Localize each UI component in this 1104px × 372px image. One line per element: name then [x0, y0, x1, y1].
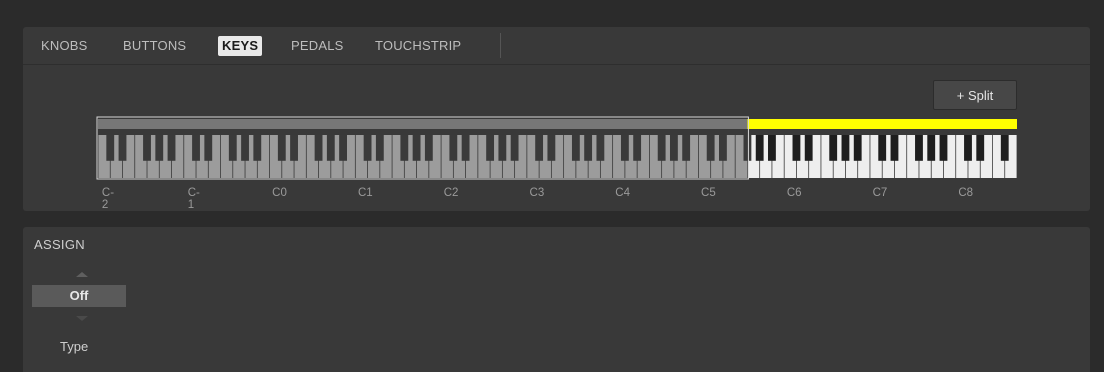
black-key	[976, 135, 985, 161]
black-key	[768, 135, 776, 161]
octave-label: C4	[615, 187, 630, 199]
black-key	[143, 135, 151, 161]
black-key	[596, 135, 605, 161]
black-key	[853, 135, 862, 161]
black-key	[939, 135, 948, 161]
black-key	[890, 135, 899, 161]
black-key	[400, 135, 409, 161]
black-key	[964, 135, 972, 161]
black-key	[755, 135, 764, 161]
assign-title: ASSIGN	[34, 237, 85, 252]
black-key	[228, 135, 237, 161]
octave-label: C0	[272, 187, 287, 199]
type-value-selector[interactable]: Off	[32, 285, 126, 307]
black-key	[682, 135, 691, 161]
type-label: Type	[60, 339, 89, 354]
octave-label: C8	[958, 187, 974, 199]
black-key	[535, 135, 544, 161]
black-key	[547, 135, 556, 161]
octave-label: C7	[872, 187, 888, 199]
black-key	[314, 135, 323, 161]
black-key	[498, 135, 507, 161]
black-key	[277, 135, 286, 161]
black-key	[669, 135, 678, 161]
assign-panel: ASSIGN Off Type	[23, 227, 1090, 372]
black-key	[375, 135, 384, 161]
octave-label: C6	[786, 187, 802, 199]
black-key	[449, 135, 458, 161]
black-key	[155, 135, 164, 161]
black-key	[743, 135, 752, 161]
octave-label: C-2	[101, 187, 115, 211]
black-key	[1000, 135, 1009, 161]
black-key	[718, 135, 727, 161]
black-key	[106, 135, 115, 161]
black-key	[424, 135, 433, 161]
octave-label: C2	[443, 187, 459, 199]
black-key	[841, 135, 850, 161]
octave-label: C3	[529, 187, 545, 199]
black-key	[204, 135, 213, 161]
value-up-arrow-icon[interactable]	[76, 272, 88, 277]
keyboard-svg[interactable]	[23, 27, 1090, 211]
black-key	[915, 135, 923, 161]
black-key	[118, 135, 127, 161]
black-key	[167, 135, 176, 161]
zone-bar-1	[98, 119, 748, 129]
black-key	[804, 135, 813, 161]
black-key	[486, 135, 495, 161]
black-key	[620, 135, 629, 161]
black-key	[829, 135, 838, 161]
value-down-arrow-icon[interactable]	[76, 316, 88, 321]
octave-label: C1	[357, 187, 373, 199]
black-key	[363, 135, 372, 161]
black-key	[253, 135, 262, 161]
black-key	[584, 135, 593, 161]
black-key	[290, 135, 298, 161]
black-key	[192, 135, 200, 161]
black-key	[461, 135, 470, 161]
black-key	[657, 135, 666, 161]
black-key	[792, 135, 801, 161]
zone-bar-2	[747, 119, 1017, 129]
black-key	[326, 135, 335, 161]
black-key	[241, 135, 249, 161]
octave-label: C5	[701, 187, 716, 199]
black-key	[339, 135, 347, 161]
black-key	[412, 135, 421, 161]
black-key	[927, 135, 936, 161]
black-key	[706, 135, 715, 161]
black-key	[878, 135, 887, 161]
controller-settings-panel: KNOBS BUTTONS KEYS PEDALS TOUCHSTRIP + S…	[23, 27, 1090, 211]
black-key	[633, 135, 642, 161]
octave-label: C-1	[187, 187, 200, 211]
black-key	[571, 135, 580, 161]
black-key	[510, 135, 519, 161]
